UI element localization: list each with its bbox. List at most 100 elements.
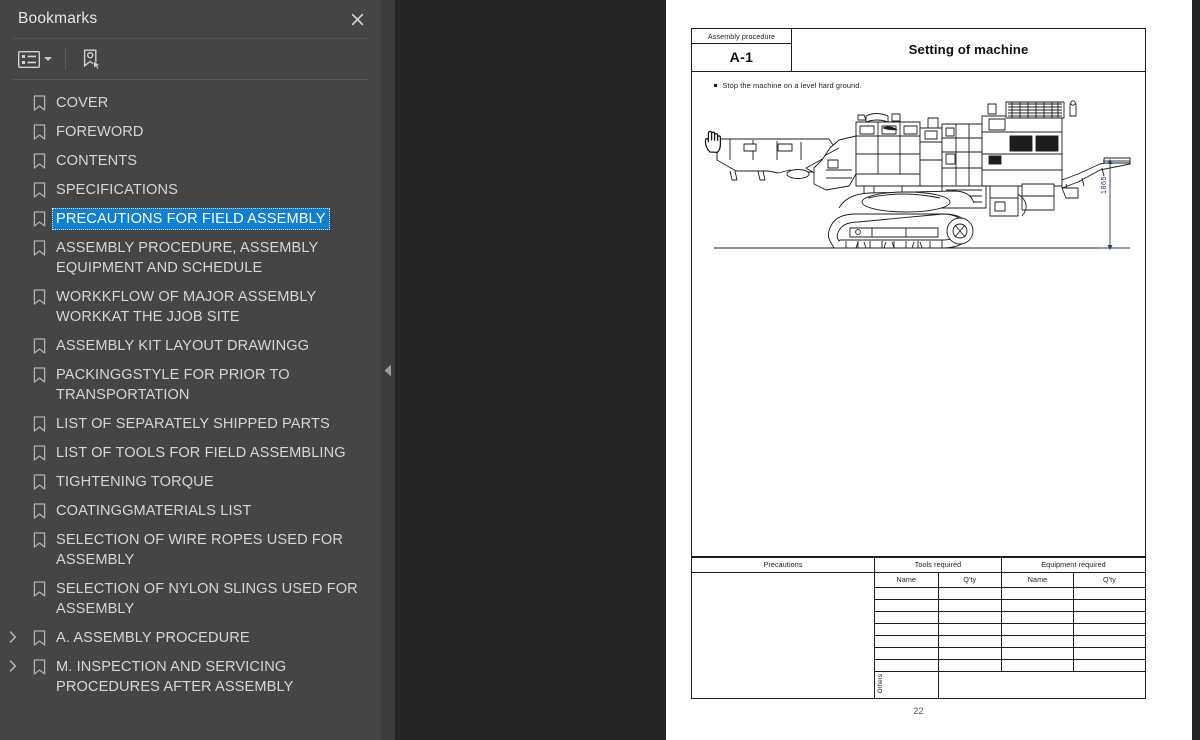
bookmark-item[interactable]: PRECAUTIONS FOR FIELD ASSEMBLY [0,204,381,233]
subheader-tools-name: Name [874,571,939,588]
tools-name-cell[interactable] [874,658,939,672]
expand-spacer [0,92,26,96]
tools-qty-cell[interactable] [937,586,1002,600]
toolbar-separator [65,48,66,70]
bookmark-item-label: CONTENTS [56,152,138,169]
expand-chevron-right-icon[interactable] [0,656,26,672]
equipment-name-cell[interactable] [1001,622,1074,636]
bookmark-item[interactable]: LIST OF SEPARATELY SHIPPED PARTS [0,409,381,438]
bookmark-item[interactable]: LIST OF TOOLS FOR FIELD ASSEMBLING [0,438,381,467]
bookmark-item-label: SELECTION OF NYLON SLINGS USED FOR ASSEM… [56,580,358,617]
equipment-qty-cell[interactable] [1073,610,1146,624]
tools-qty-cell[interactable] [937,634,1002,648]
tools-qty-cell[interactable] [937,646,1002,660]
expand-spacer [0,578,26,582]
document-viewer[interactable]: Assembly procedure A-1 Setting of machin… [395,0,1200,740]
equipment-name-cell[interactable] [1001,586,1074,600]
expand-spacer [0,471,26,475]
tools-qty-cell[interactable] [937,610,1002,624]
bookmark-item-label: PACKINGGSTYLE FOR PRIOR TO TRANSPORTATIO… [56,366,290,403]
tools-qty-cell[interactable] [937,598,1002,612]
equipment-qty-cell[interactable] [1073,646,1146,660]
equipment-qty-cell[interactable] [1073,586,1146,600]
bookmark-icon [26,500,52,519]
equipment-name-cell[interactable] [1001,598,1074,612]
bookmark-item[interactable]: CONTENTS [0,146,381,175]
procedure-code: A-1 [729,48,754,65]
bookmarks-panel: Bookmarks COVER FOREWORD CONTENTS SPECIF… [0,0,381,740]
bookmark-item[interactable]: SELECTION OF NYLON SLINGS USED FOR ASSEM… [0,574,381,623]
bookmark-item-label: SPECIFICATIONS [56,181,178,198]
expand-chevron-right-icon[interactable] [0,627,26,643]
equipment-name-cell[interactable] [1001,634,1074,648]
add-new-bookmark-button[interactable] [76,45,107,73]
expand-spacer [0,335,26,339]
bookmark-icon [26,286,52,305]
bookmark-item[interactable]: COVER [0,88,381,117]
equipment-name-cell[interactable] [1001,610,1074,624]
others-label: Others [877,673,884,694]
bookmark-item-label: SELECTION OF WIRE ROPES USED FOR ASSEMBL… [56,531,344,568]
equipment-name-cell[interactable] [1001,658,1074,672]
bookmark-icon [26,208,52,227]
bookmark-icon [26,92,52,111]
tools-name-cell[interactable] [874,598,939,612]
bookmark-item-label: PRECAUTIONS FOR FIELD ASSEMBLY [52,207,330,230]
category-label: Assembly procedure [692,29,791,44]
others-value-cell[interactable] [937,670,1146,699]
expand-spacer [0,121,26,125]
bookmark-item[interactable]: SPECIFICATIONS [0,175,381,204]
table-header-row: Precautions Tools required Equipment requi… [691,556,1146,573]
bookmark-item[interactable]: TIGHTENING TORQUE [0,467,381,496]
tools-qty-cell[interactable] [937,622,1002,636]
bookmark-list-options-button[interactable] [14,45,55,73]
equipment-qty-cell[interactable] [1073,622,1146,636]
chevron-down-icon [44,57,52,61]
close-panel-button[interactable] [333,0,381,38]
tools-name-cell[interactable] [874,622,939,636]
tools-name-cell[interactable] [874,586,939,600]
expand-spacer [0,529,26,533]
bookmark-item[interactable]: WORKKFLOW OF MAJOR ASSEMBLY WORKKAT THE … [0,282,381,331]
expand-spacer [0,413,26,417]
tools-name-cell[interactable] [874,634,939,648]
bookmark-item[interactable]: COATINGGMATERIALS LIST [0,496,381,525]
bookmark-item[interactable]: FOREWORD [0,117,381,146]
equipment-qty-cell[interactable] [1073,598,1146,612]
procedure-code-block: Assembly procedure A-1 [692,29,792,71]
expand-spacer [0,364,26,368]
add-bookmark-icon [83,49,101,70]
instruction-text: Stop the machine on a level hard ground. [722,80,862,90]
bookmark-item[interactable]: ASSEMBLY KIT LAYOUT DRAWINGG [0,331,381,360]
header-precautions: Precautions [691,556,875,573]
tools-name-cell[interactable] [874,646,939,660]
equipment-qty-cell[interactable] [1073,634,1146,648]
bookmark-item[interactable]: SELECTION OF WIRE ROPES USED FOR ASSEMBL… [0,525,381,574]
expand-spacer [0,286,26,290]
bookmark-icon [26,121,52,140]
instruction-line: Stop the machine on a level hard ground. [692,72,1145,90]
bookmark-item-label: ASSEMBLY KIT LAYOUT DRAWINGG [56,337,310,354]
bookmark-icon [26,656,52,675]
equipment-name-cell[interactable] [1001,646,1074,660]
drawing-title-block: Assembly procedure A-1 Setting of machin… [691,28,1146,71]
bookmark-item[interactable]: M. INSPECTION AND SERVICING PROCEDURES A… [0,652,381,701]
bookmark-item-label: COATINGGMATERIALS LIST [56,502,252,519]
bookmark-icon [26,442,52,461]
tools-name-cell[interactable] [874,610,939,624]
collapse-left-arrow-icon [384,364,391,376]
bookmarks-list[interactable]: COVER FOREWORD CONTENTS SPECIFICATIONS PRECA… [0,80,381,740]
subheader-tools-qty: Q'ty [937,571,1002,588]
equipment-qty-cell[interactable] [1073,658,1146,672]
collapse-panel-button[interactable] [383,361,393,379]
header-tools-required: Tools required [874,556,1002,573]
bookmark-item[interactable]: PACKINGGSTYLE FOR PRIOR TO TRANSPORTATIO… [0,360,381,409]
bookmark-item[interactable]: A. ASSEMBLY PROCEDURE [0,623,381,652]
expand-spacer [0,237,26,241]
precautions-cell[interactable] [691,571,875,699]
tools-qty-cell[interactable] [937,658,1002,672]
bookmark-item[interactable]: ASSEMBLY PROCEDURE, ASSEMBLY EQUIPMENT A… [0,233,381,282]
bookmark-item-label: M. INSPECTION AND SERVICING PROCEDURES A… [56,658,294,695]
others-label-cell: Others [874,670,939,699]
expand-spacer [0,442,26,446]
